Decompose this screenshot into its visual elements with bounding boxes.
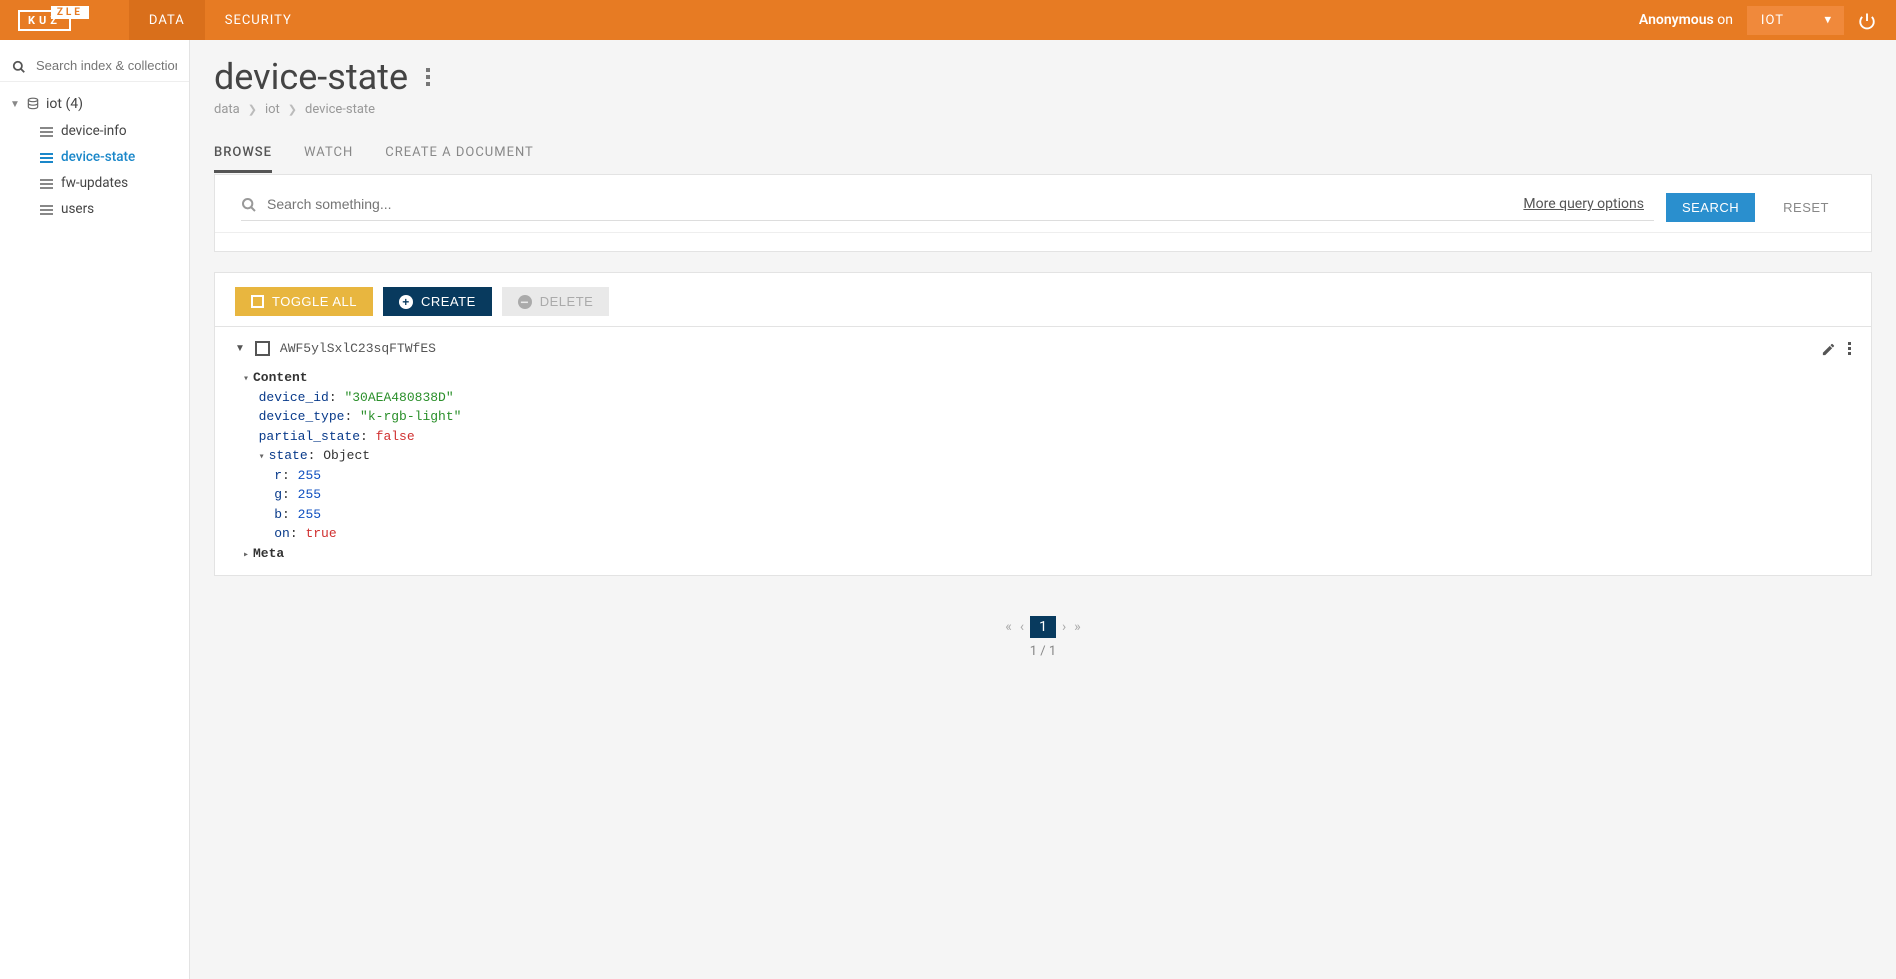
page-title: device-state <box>214 56 1872 98</box>
edit-icon[interactable] <box>1821 339 1836 358</box>
index-label: iot (4) <box>46 96 83 112</box>
document-menu-icon[interactable] <box>1848 342 1851 355</box>
user-label: Anonymous on <box>1639 12 1733 28</box>
minus-circle-icon: − <box>518 295 532 309</box>
document-search-input[interactable] <box>267 196 1523 212</box>
breadcrumb-item[interactable]: iot <box>265 102 280 117</box>
list-icon <box>40 125 53 137</box>
title-menu-icon[interactable] <box>422 64 434 90</box>
environment-select[interactable]: IOT ▾ <box>1747 6 1844 35</box>
collapse-icon[interactable]: ▼ <box>235 343 245 354</box>
toggle-all-button[interactable]: TOGGLE ALL <box>235 287 373 316</box>
tab-watch[interactable]: WATCH <box>304 145 353 173</box>
document-id: AWF5ylSxlC23sqFTWfES <box>280 341 436 356</box>
more-query-options-link[interactable]: More query options <box>1523 196 1644 212</box>
pager-current: 1 <box>1030 616 1056 638</box>
pager-info: 1 / 1 <box>214 644 1872 659</box>
pager-next-icon[interactable]: › <box>1060 617 1068 637</box>
chevron-down-icon: ▾ <box>1824 13 1832 28</box>
topbar: KUZZLE DATA SECURITY Anonymous on IOT ▾ <box>0 0 1896 40</box>
document-checkbox[interactable] <box>255 341 270 356</box>
chevron-right-icon: ❯ <box>288 103 297 116</box>
collection-fw-updates[interactable]: fw-updates <box>0 170 189 196</box>
document-json: ▾Content device_id: "30AEA480838D" devic… <box>235 368 1851 563</box>
main-content: device-state data ❯ iot ❯ device-state B… <box>190 40 1896 979</box>
create-button[interactable]: + CREATE <box>383 287 492 316</box>
nav-security[interactable]: SECURITY <box>205 0 312 40</box>
sidebar-search-input[interactable] <box>36 58 177 73</box>
list-icon <box>40 151 53 163</box>
collection-users[interactable]: users <box>0 196 189 222</box>
pager-prev-icon[interactable]: ‹ <box>1018 617 1026 637</box>
sidebar: ▼ iot (4) device-info device-state fw-up… <box>0 40 190 979</box>
tab-browse[interactable]: BROWSE <box>214 145 272 173</box>
reset-button[interactable]: RESET <box>1767 193 1845 222</box>
pagination: « ‹ 1 › » 1 / 1 <box>214 616 1872 659</box>
list-icon <box>40 177 53 189</box>
index-iot[interactable]: ▼ iot (4) <box>0 90 189 118</box>
nav-data[interactable]: DATA <box>129 0 205 40</box>
delete-button: − DELETE <box>502 287 610 316</box>
database-icon <box>26 96 40 112</box>
pager-first-icon[interactable]: « <box>1003 617 1014 637</box>
search-icon <box>241 195 257 214</box>
pager-last-icon[interactable]: » <box>1072 617 1083 637</box>
search-icon <box>12 56 26 75</box>
search-panel: More query options SEARCH RESET <box>214 174 1872 252</box>
breadcrumb-item[interactable]: data <box>214 102 240 117</box>
power-icon[interactable] <box>1858 10 1876 30</box>
sidebar-search <box>0 50 189 82</box>
plus-circle-icon: + <box>399 295 413 309</box>
logo[interactable]: KUZZLE <box>0 10 89 31</box>
tab-create-document[interactable]: CREATE A DOCUMENT <box>385 145 534 173</box>
top-nav: DATA SECURITY <box>129 0 312 40</box>
collection-device-state[interactable]: device-state <box>0 144 189 170</box>
search-button[interactable]: SEARCH <box>1666 193 1755 222</box>
collection-device-info[interactable]: device-info <box>0 118 189 144</box>
document-toolbar: TOGGLE ALL + CREATE − DELETE <box>214 272 1872 326</box>
breadcrumb-item: device-state <box>305 102 375 117</box>
list-icon <box>40 203 53 215</box>
content-tabs: BROWSE WATCH CREATE A DOCUMENT <box>214 145 1872 174</box>
caret-down-icon: ▼ <box>10 99 20 110</box>
checkbox-icon <box>251 295 264 308</box>
document-card: ▼ AWF5ylSxlC23sqFTWfES ▾Content device_i… <box>214 326 1872 576</box>
chevron-right-icon: ❯ <box>248 103 257 116</box>
breadcrumb: data ❯ iot ❯ device-state <box>214 102 1872 117</box>
